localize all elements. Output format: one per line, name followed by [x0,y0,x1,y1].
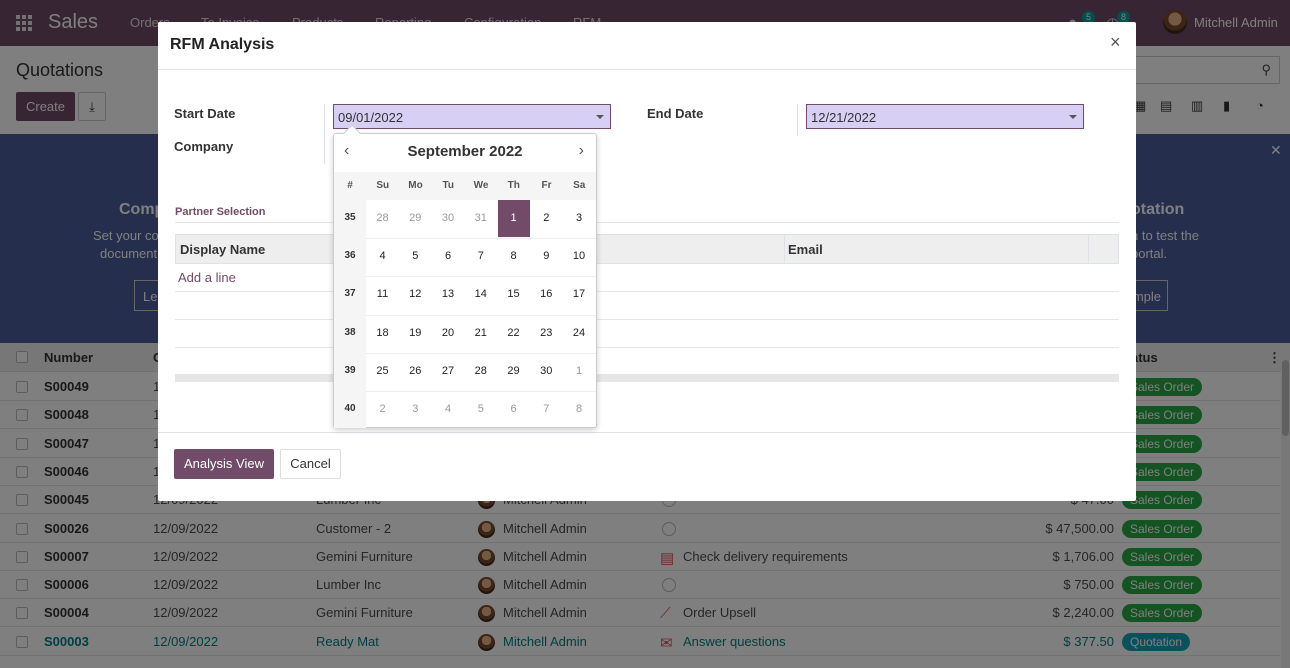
calendar-day[interactable]: 30 [432,200,464,237]
calendar-day[interactable]: 24 [563,315,595,352]
modal-footer-divider [158,432,1136,433]
table-row-divider [175,347,1119,348]
calendar-day[interactable]: 3 [563,200,595,237]
week-number: 37 [344,288,356,300]
week-number: 36 [344,250,356,262]
chevron-down-icon[interactable] [596,115,604,119]
table-row-divider [175,291,1119,292]
calendar-day[interactable]: 19 [399,315,431,352]
weekday-label: Su [376,180,390,191]
calendar-day[interactable]: 18 [367,315,399,352]
calendar-day[interactable]: 5 [399,238,431,275]
start-date-value: 09/01/2022 [338,110,404,125]
weekday-label: We [473,180,489,191]
column-separator [1088,235,1089,263]
calendar-day[interactable]: 15 [498,276,530,313]
weekday-label: Fr [541,180,552,191]
calendar-day[interactable]: 26 [399,353,431,390]
calendar-day[interactable]: 16 [530,276,562,313]
end-date-label: End Date [647,106,704,121]
add-line-link[interactable]: Add a line [178,270,236,285]
week-number: 38 [344,326,356,338]
calendar-day[interactable]: 27 [432,353,464,390]
selected-day[interactable]: 1 [497,200,530,237]
weekday-label: Th [507,180,520,191]
calendar-day[interactable]: 4 [432,391,464,428]
column-separator [784,235,785,263]
end-date-input[interactable]: 12/21/2022 [806,104,1084,129]
label-divider [324,104,325,164]
cancel-button[interactable]: Cancel [280,449,341,479]
calendar-day[interactable]: 2 [367,391,399,428]
chevron-down-icon[interactable] [1069,115,1077,119]
table-row-divider [175,319,1119,320]
column-display-name[interactable]: Display Name [180,242,265,257]
calendar-day[interactable]: 7 [530,391,562,428]
calendar-day[interactable]: 11 [367,276,399,313]
calendar-day[interactable]: 31 [465,200,497,237]
datepicker-popup: ‹ September 2022 › # Su Mo Tu We Th Fr Sa 35 28 2… [333,124,597,428]
table-footer [175,374,1119,382]
modal-header: RFM Analysis × [158,22,1136,70]
weekday-label: Tu [442,180,454,191]
calendar-day[interactable]: 20 [432,315,464,352]
calendar-day[interactable]: 12 [399,276,431,313]
week-number: 35 [344,212,356,223]
calendar-day[interactable]: 13 [432,276,464,313]
calendar-day[interactable]: 9 [530,238,562,275]
calendar-day[interactable]: 17 [563,276,595,313]
company-label: Company [174,139,234,154]
calendar-day[interactable]: 8 [563,391,595,428]
weekday-header: # Su Mo Tu We Th Fr Sa [334,172,596,200]
calendar-day[interactable]: 6 [432,238,464,275]
weekday-label: Mo [408,180,423,191]
calendar-day[interactable]: 1 [563,353,595,390]
calendar-day[interactable]: 22 [498,315,530,352]
partner-table-header: Display Name Email [175,234,1119,264]
datepicker-month-title[interactable]: September 2022 [334,143,596,160]
label-divider [797,104,798,136]
calendar-day[interactable]: 30 [530,353,562,390]
start-date-label: Start Date [174,106,236,121]
week-number: 39 [344,364,356,376]
start-date-input[interactable]: 09/01/2022 [333,104,611,129]
calendar-day[interactable]: 29 [498,353,530,390]
calendar-day[interactable]: 23 [530,315,562,352]
calendar-day[interactable]: 2 [530,200,562,237]
weekday-label: Sa [573,180,586,191]
close-icon[interactable]: × [1110,32,1121,53]
analysis-view-button[interactable]: Analysis View [174,449,274,479]
calendar-day[interactable]: 28 [367,200,399,237]
modal-title: RFM Analysis [170,36,275,53]
calendar-day[interactable]: 14 [465,276,497,313]
chevron-right-icon[interactable]: › [579,142,584,160]
calendar-day[interactable]: 3 [399,391,431,428]
week-number-column [334,200,366,428]
partner-selection-title: Partner Selection [175,206,266,218]
end-date-value: 12/21/2022 [811,110,877,125]
calendar-day[interactable]: 25 [367,353,399,390]
calendar-day[interactable]: 8 [498,238,530,275]
calendar-day[interactable]: 5 [465,391,497,428]
section-divider [175,222,1119,223]
calendar-day[interactable]: 4 [367,238,399,275]
rfm-analysis-dialog: RFM Analysis × Start Date 09/01/2022 End… [158,22,1136,501]
weekday-label: # [347,180,353,191]
calendar-day[interactable]: 29 [399,200,431,237]
calendar-day[interactable]: 10 [563,238,595,275]
column-email[interactable]: Email [788,242,823,257]
calendar-day[interactable]: 6 [498,391,530,428]
calendar-day[interactable]: 21 [465,315,497,352]
calendar-day[interactable]: 28 [465,353,497,390]
calendar-day[interactable]: 7 [465,238,497,275]
week-number: 40 [344,403,356,414]
